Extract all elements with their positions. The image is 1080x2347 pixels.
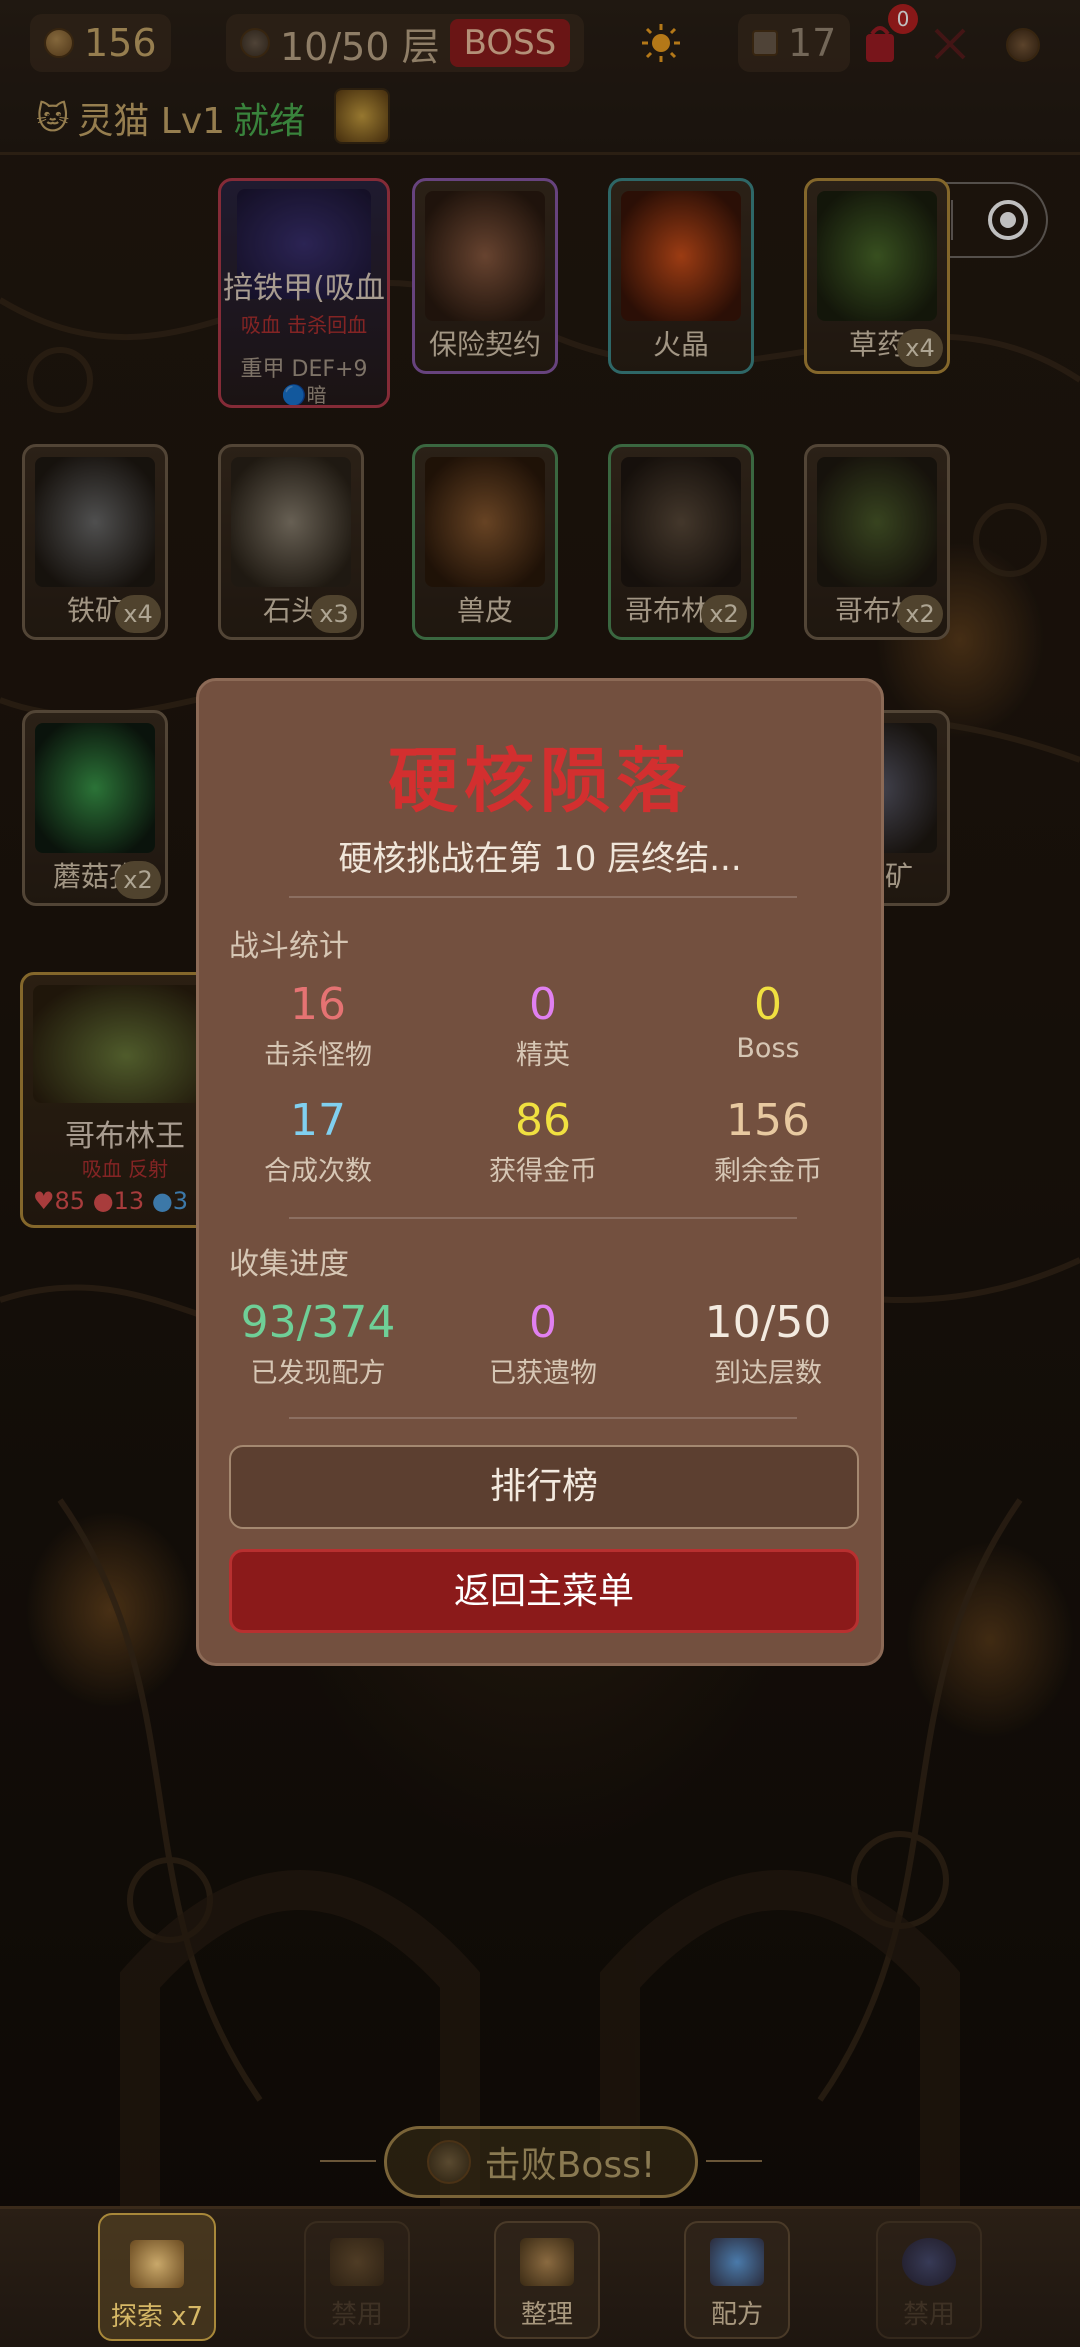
divider xyxy=(289,896,797,898)
stat-label: Boss xyxy=(736,1033,800,1064)
tab-explore[interactable]: 探索 x7 xyxy=(98,2213,216,2341)
stat-label: 获得金币 xyxy=(489,1156,597,1187)
divider xyxy=(289,1217,797,1219)
scroll-icon xyxy=(330,2238,384,2286)
stat-value: 0 xyxy=(754,979,782,1030)
dialog-title: 硬核陨落 xyxy=(388,740,692,822)
stat-value: 17 xyxy=(290,1095,346,1146)
bottom-nav: 探索 x7 禁用 整理 配方 禁用 xyxy=(0,2206,1080,2347)
battle-stats-label: 战斗统计 xyxy=(229,929,349,964)
stat-boss: 0 Boss xyxy=(663,979,873,1064)
banner-line-right xyxy=(706,2160,762,2162)
stat-elite: 0 精英 xyxy=(438,979,648,1072)
tab-label: 配方 xyxy=(710,2300,763,2330)
main-menu-button[interactable]: 返回主菜单 xyxy=(229,1549,859,1633)
stat-label: 精英 xyxy=(516,1040,570,1071)
stat-synthesis: 17 合成次数 xyxy=(213,1095,423,1188)
banner-text: 击败Boss! xyxy=(484,2145,656,2186)
stat-label: 到达层数 xyxy=(714,1358,822,1389)
stat-relics: 0 已获遗物 xyxy=(438,1297,648,1390)
stat-value: 93/374 xyxy=(240,1297,396,1348)
stat-label: 已获遗物 xyxy=(489,1358,597,1389)
stat-label: 击杀怪物 xyxy=(264,1040,372,1071)
map-icon xyxy=(130,2240,184,2288)
defeat-boss-banner[interactable]: 击败Boss! xyxy=(384,2126,698,2198)
leaderboard-button[interactable]: 排行榜 xyxy=(229,1445,859,1529)
book-icon xyxy=(710,2238,764,2286)
divider xyxy=(289,1417,797,1419)
chest-icon xyxy=(520,2238,574,2286)
banner-line-left xyxy=(320,2160,376,2162)
tab-disabled-2[interactable]: 禁用 xyxy=(876,2221,982,2339)
stat-floors: 10/50 到达层数 xyxy=(663,1297,873,1390)
stat-label: 已发现配方 xyxy=(250,1358,386,1389)
stat-recipes: 93/374 已发现配方 xyxy=(213,1297,423,1390)
tab-label: 禁用 xyxy=(902,2300,955,2330)
stat-value: 0 xyxy=(529,979,557,1030)
stat-value: 16 xyxy=(290,979,346,1030)
stat-gold-earned: 86 获得金币 xyxy=(438,1095,648,1188)
tab-label: 探索 x7 xyxy=(110,2302,204,2332)
game-over-dialog: 硬核陨落 硬核挑战在第 10 层终结... 战斗统计 16 击杀怪物 0 精英 … xyxy=(196,678,884,1666)
stat-kills: 16 击杀怪物 xyxy=(213,979,423,1072)
stat-label: 合成次数 xyxy=(264,1156,372,1187)
collection-label: 收集进度 xyxy=(229,1247,349,1282)
stat-value: 10/50 xyxy=(704,1297,832,1348)
tab-label: 禁用 xyxy=(330,2300,383,2330)
stat-value: 156 xyxy=(726,1095,810,1146)
portal-icon xyxy=(902,2238,956,2286)
stat-value: 0 xyxy=(529,1297,557,1348)
stat-value: 86 xyxy=(515,1095,571,1146)
stat-gold-left: 156 剩余金币 xyxy=(663,1095,873,1188)
stat-label: 剩余金币 xyxy=(714,1156,822,1187)
tab-disabled-1[interactable]: 禁用 xyxy=(304,2221,410,2339)
tab-organize[interactable]: 整理 xyxy=(494,2221,600,2339)
tab-recipes[interactable]: 配方 xyxy=(684,2221,790,2339)
tab-label: 整理 xyxy=(520,2300,573,2330)
dialog-subtitle: 硬核挑战在第 10 层终结... xyxy=(338,839,742,879)
boss-skull-icon xyxy=(426,2140,471,2184)
